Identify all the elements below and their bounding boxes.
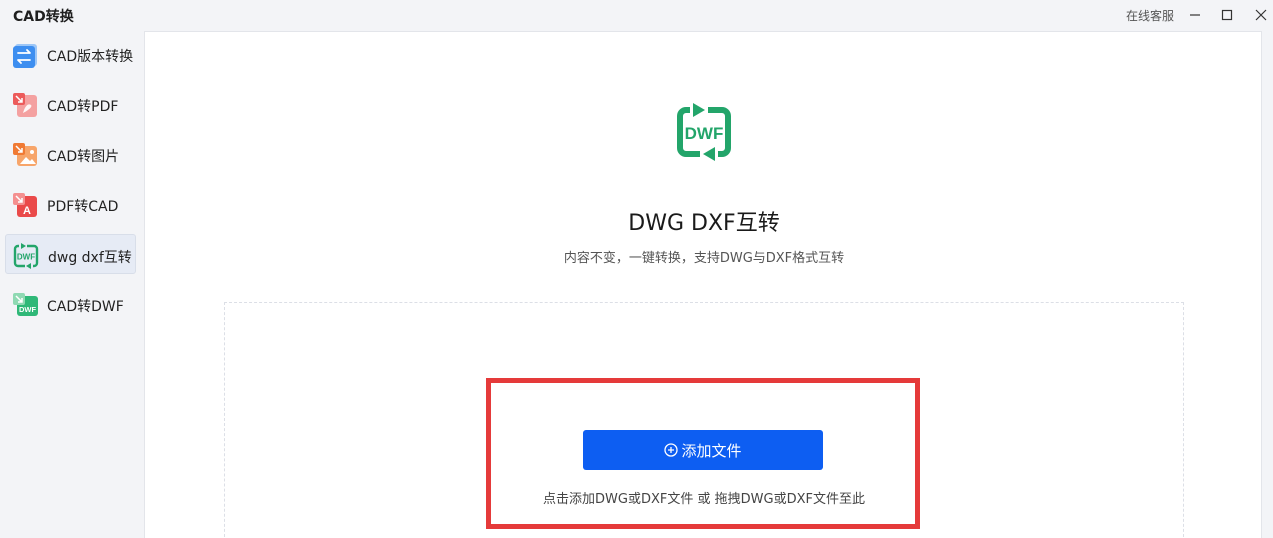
sidebar-item-label: CAD版本转换 — [47, 49, 134, 65]
cad-dwf-icon: DWF — [13, 293, 38, 316]
close-button[interactable] — [1251, 5, 1271, 25]
svg-text:DWF: DWF — [19, 305, 36, 314]
svg-text:DWF: DWF — [17, 253, 35, 262]
pdf-to-cad-icon: A — [13, 193, 37, 217]
title-bar: CAD转换 在线客服 — [0, 0, 1273, 30]
version-convert-icon — [13, 44, 37, 68]
page-title: DWG DXF互转 — [628, 211, 780, 236]
app-title: CAD转换 — [13, 9, 74, 25]
svg-text:A: A — [23, 205, 31, 217]
hero-icon-text: DWF — [685, 124, 724, 143]
plus-circle-icon — [664, 443, 679, 457]
minimize-icon — [1190, 14, 1200, 16]
minimize-button[interactable] — [1185, 5, 1205, 25]
online-support-link[interactable]: 在线客服 — [1126, 7, 1174, 24]
sidebar-item-label: dwg dxf互转 — [48, 250, 132, 266]
sidebar-item-cad-to-pdf[interactable]: CAD转PDF — [5, 84, 136, 124]
sidebar-item-cad-to-image[interactable]: CAD转图片 — [5, 134, 136, 174]
image-icon — [13, 143, 37, 166]
sidebar-item-label: CAD转图片 — [47, 149, 120, 165]
main-panel: DWF DWG DXF互转 内容不变，一键转换，支持DWG与DXF格式互转 添加… — [144, 31, 1262, 538]
sidebar-item-label: CAD转DWF — [47, 299, 124, 315]
drop-hint: 点击添加DWG或DXF文件 或 拖拽DWG或DXF文件至此 — [543, 492, 865, 507]
sidebar-item-cad-to-dwf[interactable]: DWF CAD转DWF — [5, 284, 136, 324]
dwf-icon: DWF — [13, 243, 39, 269]
pdf-icon — [13, 93, 37, 117]
sidebar-item-cad-version[interactable]: CAD版本转换 — [5, 34, 136, 74]
dwf-swap-icon: DWF — [677, 103, 731, 161]
sidebar: CAD版本转换 CAD转PDF CAD转图片 A PDF转CAD DWF dwg… — [0, 30, 144, 538]
add-file-label: 添加文件 — [681, 441, 742, 460]
sidebar-item-pdf-to-cad[interactable]: A PDF转CAD — [5, 184, 136, 224]
add-file-button[interactable]: 添加文件 — [583, 430, 823, 470]
maximize-icon — [1221, 9, 1233, 21]
close-icon — [1255, 9, 1267, 21]
page-subtitle: 内容不变，一键转换，支持DWG与DXF格式互转 — [563, 251, 845, 266]
maximize-button[interactable] — [1217, 5, 1237, 25]
sidebar-item-label: PDF转CAD — [47, 199, 119, 215]
sidebar-item-dwg-dxf[interactable]: DWF dwg dxf互转 — [5, 234, 136, 274]
sidebar-item-label: CAD转PDF — [47, 99, 119, 115]
